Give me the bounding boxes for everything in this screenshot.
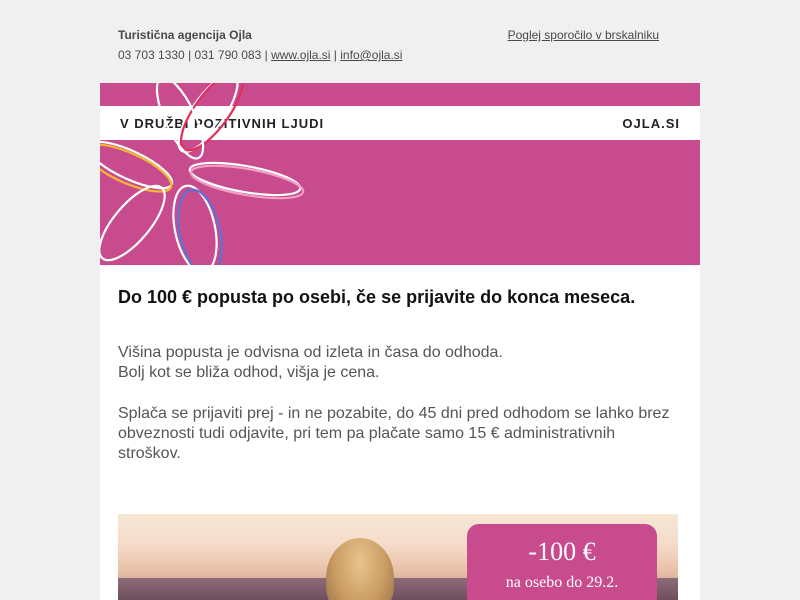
preheader: Turistična agencija Ojla 03 703 1330 | 0… bbox=[118, 28, 659, 68]
tagline: V DRUŽBI POZITIVNIH LJUDI bbox=[120, 116, 325, 131]
headline: Do 100 € popusta po osebi, če se prijavi… bbox=[118, 287, 636, 307]
email-body: V DRUŽBI POZITIVNIH LJUDI OJLA.SI Do 100… bbox=[100, 83, 700, 600]
tagline-bar: V DRUŽBI POZITIVNIH LJUDI OJLA.SI bbox=[100, 106, 700, 140]
discount-badge: -100 € na osebo do 29.2. bbox=[467, 524, 657, 600]
discount-amount: -100 € bbox=[528, 537, 596, 566]
discount-subtitle: na osebo do 29.2. bbox=[505, 574, 619, 591]
phone-1: 03 703 1330 bbox=[118, 48, 185, 62]
phone-2: 031 790 083 bbox=[194, 48, 262, 62]
site-name: OJLA.SI bbox=[622, 116, 680, 131]
paragraph-1: Višina popusta je odvisna od izleta in č… bbox=[118, 343, 678, 383]
hero-banner-top bbox=[100, 83, 700, 106]
paragraph-1-line-2: Bolj kot se bliža odhod, višja je cena. bbox=[118, 364, 380, 381]
separator: | bbox=[264, 48, 268, 62]
separator: | bbox=[333, 48, 337, 62]
paragraph-2: Splača se prijaviti prej - in ne pozabit… bbox=[118, 405, 670, 462]
promo-photo[interactable]: -100 € na osebo do 29.2. bbox=[118, 514, 678, 600]
website-link[interactable]: www.ojla.si bbox=[271, 48, 330, 62]
email-link[interactable]: info@ojla.si bbox=[340, 48, 402, 62]
agency-name: Turistična agencija Ojla bbox=[118, 28, 252, 42]
view-in-browser-link[interactable]: Poglej sporočilo v brskalniku bbox=[508, 28, 659, 42]
contact-line: 03 703 1330 | 031 790 083 | www.ojla.si … bbox=[118, 48, 402, 62]
photo-person bbox=[326, 538, 394, 600]
separator: | bbox=[188, 48, 192, 62]
hero-banner-bottom bbox=[100, 140, 700, 265]
paragraph-1-line-1: Višina popusta je odvisna od izleta in č… bbox=[118, 344, 503, 361]
